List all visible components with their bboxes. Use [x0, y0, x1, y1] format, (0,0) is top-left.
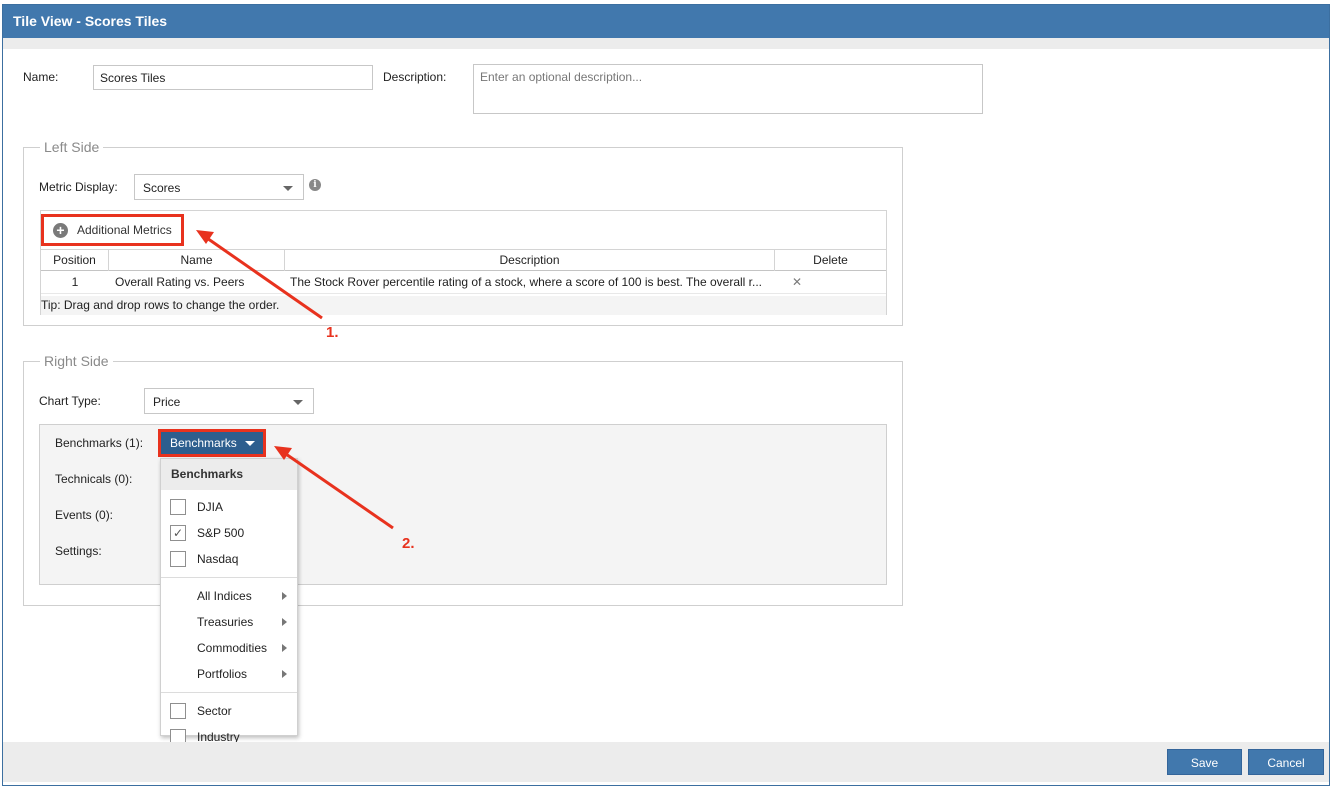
- annotation-arrows: [196, 230, 394, 530]
- cancel-button[interactable]: Cancel: [1248, 749, 1324, 775]
- dialog-footer: [3, 742, 1329, 782]
- annotation-number-one: 1.: [326, 324, 339, 341]
- annotation-number-two: 2.: [402, 535, 415, 552]
- save-button[interactable]: Save: [1167, 749, 1242, 775]
- arrow-one: [203, 234, 323, 320]
- arrow-two: [282, 450, 394, 530]
